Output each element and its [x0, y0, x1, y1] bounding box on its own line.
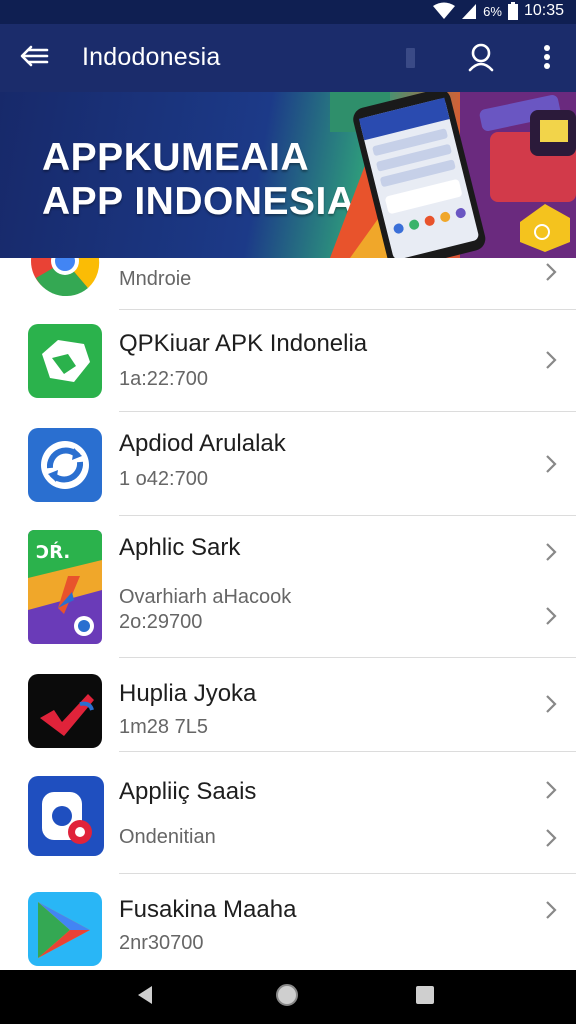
- list-item[interactable]: Huplia Jyoka 1m28 7L5: [0, 658, 576, 752]
- camera-app-icon: [28, 776, 104, 856]
- nav-recents-button[interactable]: [410, 982, 440, 1012]
- nav-back-icon: [134, 984, 156, 1011]
- wifi-icon: [433, 2, 456, 20]
- list-item[interactable]: Mndroie: [0, 258, 576, 310]
- promo-banner[interactable]: APPKUMEAIA APP INDONESIA: [0, 92, 576, 258]
- apk-app-icon: [28, 324, 102, 398]
- banner-headline: APPKUMEAIA: [42, 136, 310, 179]
- back-arrow-icon: [19, 44, 49, 73]
- list-item[interactable]: Appliiç Saais Ondenitian: [0, 752, 576, 874]
- list-item-subtitle: Mndroie: [119, 268, 192, 290]
- back-button[interactable]: [14, 40, 54, 76]
- list-item[interactable]: QPKiuar APK Indonelia 1a:22:700: [0, 310, 576, 412]
- chevron-right-icon: [546, 351, 557, 369]
- list-item-title: QPKiuar APK Indonelia: [119, 330, 368, 357]
- list-item-subtitle: 1m28 7L5: [119, 716, 208, 738]
- nav-home-icon: [274, 982, 300, 1013]
- toolbar-marker: [406, 48, 415, 68]
- list-item-title: Aphlic Sark: [119, 534, 241, 561]
- list-item-text: Appliiç Saais Ondenitian: [119, 778, 256, 849]
- chevron-right-icon: [546, 263, 557, 281]
- search-button[interactable]: [462, 40, 500, 78]
- list-item-title: Huplia Jyoka: [119, 680, 257, 707]
- list-item-text: Mndroie: [119, 268, 191, 291]
- nav-recents-icon: [414, 984, 436, 1011]
- page-title: Indodonesia: [82, 43, 221, 71]
- battery-percent: 6%: [483, 3, 502, 19]
- chrome-app-icon: [28, 258, 102, 298]
- list-item-text: Aphlic Sark Ovarhiarh aHacook 2o:29700: [119, 534, 291, 634]
- list-item-text: QPKiuar APK Indonelia 1a:22:700: [119, 330, 367, 391]
- app-list: Mndroie QPKiuar APK Indonelia 1a:22:700: [0, 258, 576, 970]
- clock: 10:35: [523, 2, 564, 19]
- list-item[interactable]: ƆŔ. Aphlic Sark Ovarhiarh aHacook 2o:297…: [0, 516, 576, 658]
- status-icons: 6% 10:35: [433, 2, 564, 20]
- phone-illustration: [330, 92, 576, 258]
- list-item-title: Appliiç Saais: [119, 778, 257, 805]
- chevron-right-icon: [546, 695, 557, 713]
- play-app-icon: [28, 892, 102, 966]
- list-item-meta: 2o:29700: [119, 611, 203, 633]
- chevron-right-icon: [546, 543, 557, 561]
- list-item[interactable]: Fusakina Maaha 2nr30700: [0, 874, 576, 970]
- chevron-right-icon: [546, 455, 557, 473]
- app-bar: Indodonesia: [0, 24, 576, 92]
- battery-icon: [507, 2, 518, 20]
- system-nav-bar: [0, 970, 576, 1024]
- banner-subheadline: APP INDONESIA: [42, 180, 356, 223]
- chevron-right-icon: [546, 607, 557, 625]
- list-item-subtitle: 1 o42:700: [119, 468, 208, 490]
- list-item-text: Fusakina Maaha 2nr30700: [119, 896, 296, 955]
- nav-back-button[interactable]: [130, 982, 160, 1012]
- list-item-title: Apdiod Arulalak: [119, 430, 286, 457]
- list-item-text: Huplia Jyoka 1m28 7L5: [119, 680, 256, 739]
- more-vert-icon: [543, 44, 551, 75]
- list-item-text: Apdiod Arulalak 1 o42:700: [119, 430, 286, 491]
- list-item-title: Fusakina Maaha: [119, 896, 297, 923]
- sync-app-icon: [28, 428, 102, 502]
- more-options-button[interactable]: [532, 40, 562, 78]
- list-item-subtitle: 2nr30700: [119, 932, 204, 954]
- chevron-right-icon: [546, 781, 557, 799]
- list-item-subtitle: Ondenitian: [119, 826, 216, 848]
- nav-home-button[interactable]: [272, 982, 302, 1012]
- list-item-subtitle: 1a:22:700: [119, 368, 208, 390]
- check-app-icon: [28, 674, 102, 748]
- search-icon: [466, 42, 496, 77]
- chevron-right-icon: [546, 829, 557, 847]
- list-item[interactable]: Apdiod Arulalak 1 o42:700: [0, 412, 576, 516]
- svg-text:ƆŔ.: ƆŔ.: [36, 541, 70, 563]
- chevron-right-icon: [546, 901, 557, 919]
- signal-icon: [461, 2, 477, 20]
- status-bar: 6% 10:35: [0, 0, 576, 24]
- list-item-subtitle: Ovarhiarh aHacook: [119, 586, 292, 608]
- sark-app-icon: ƆŔ.: [28, 530, 102, 644]
